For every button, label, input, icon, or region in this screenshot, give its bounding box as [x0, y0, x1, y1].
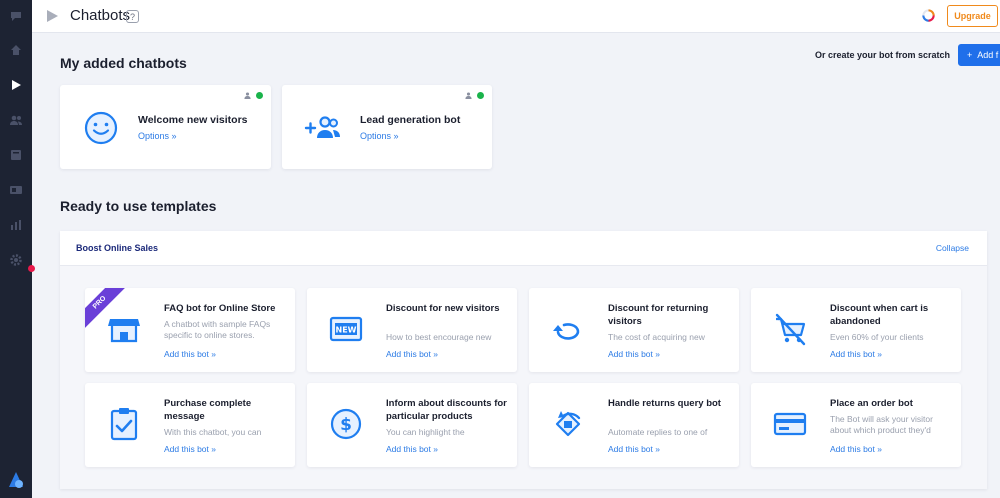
bot-card[interactable]: Lead generation bot Options »	[282, 85, 492, 169]
add-this-bot-link[interactable]: Add this bot »	[386, 349, 438, 359]
chat-icon[interactable]	[7, 7, 25, 25]
bot-status	[244, 92, 263, 99]
template-description: You can highlight the	[386, 427, 465, 437]
progress-ring-icon[interactable]	[921, 8, 936, 23]
template-title: Discount for new visitors	[386, 303, 500, 314]
topbar: Chatbots ? Upgrade	[32, 0, 1000, 33]
new-badge-icon: NEW	[329, 316, 363, 342]
smiley-icon	[84, 111, 118, 145]
template-card[interactable]: Handle returns query bot Automate replie…	[529, 383, 739, 467]
template-description: Automate replies to one of	[608, 427, 708, 437]
add-this-bot-link[interactable]: Add this bot »	[830, 349, 882, 359]
template-title: Purchase complete message	[164, 398, 252, 422]
templates-grid: PRO FAQ bot for Online Store A chatbot w…	[60, 266, 987, 489]
brand-logo-icon[interactable]	[5, 469, 27, 491]
bot-options-link[interactable]: Options »	[138, 131, 177, 141]
store-icon	[108, 319, 140, 343]
add-this-bot-link[interactable]: Add this bot »	[164, 349, 216, 359]
user-icon	[465, 92, 472, 99]
return-box-icon	[555, 411, 581, 437]
template-card[interactable]: $ Inform about discounts for particular …	[307, 383, 517, 467]
add-bot-button[interactable]: + Add f	[958, 44, 1000, 66]
bot-name: Welcome new visitors	[138, 114, 248, 126]
template-title: Place an order bot	[830, 398, 913, 409]
upgrade-button[interactable]: Upgrade	[947, 5, 998, 27]
svg-text:NEW: NEW	[336, 326, 357, 335]
scratch-prompt: Or create your bot from scratch	[815, 50, 951, 60]
collapse-link[interactable]: Collapse	[936, 243, 969, 253]
bot-card[interactable]: Welcome new visitors Options »	[60, 85, 271, 169]
play-icon	[47, 10, 58, 22]
clipboard-check-icon	[110, 408, 138, 441]
add-this-bot-link[interactable]: Add this bot »	[608, 349, 660, 359]
svg-text:$: $	[340, 415, 352, 435]
templates-group-header: Boost Online Sales Collapse	[60, 231, 987, 266]
settings-gear-icon[interactable]	[7, 251, 25, 269]
template-description: How to best encourage new	[386, 332, 492, 342]
return-arrow-icon	[553, 323, 580, 340]
template-description: The cost of acquiring new	[608, 332, 705, 342]
add-this-bot-link[interactable]: Add this bot »	[608, 444, 660, 454]
template-card[interactable]: NEW Discount for new visitors How to bes…	[307, 288, 517, 372]
template-description: A chatbot with sample FAQs specific to o…	[164, 319, 271, 340]
notification-dot	[28, 265, 35, 272]
analytics-icon[interactable]	[7, 216, 25, 234]
sidebar	[0, 0, 35, 498]
add-this-bot-link[interactable]: Add this bot »	[386, 444, 438, 454]
online-status-dot	[256, 92, 263, 99]
bot-status	[465, 92, 484, 99]
template-title: Discount when cart is abandoned	[830, 303, 929, 327]
template-card[interactable]: Discount for returning visitors The cost…	[529, 288, 739, 372]
templates-panel: Boost Online Sales Collapse PRO FAQ bot …	[60, 231, 987, 489]
template-title: Handle returns query bot	[608, 398, 721, 409]
help-icon[interactable]: ?	[126, 10, 139, 23]
online-status-dot	[477, 92, 484, 99]
add-this-bot-link[interactable]: Add this bot »	[164, 444, 216, 454]
template-card[interactable]: Place an order bot The Bot will ask your…	[751, 383, 961, 467]
template-card[interactable]: PRO FAQ bot for Online Store A chatbot w…	[85, 288, 295, 372]
archive-icon[interactable]	[7, 146, 25, 164]
chatbots-play-icon[interactable]	[7, 76, 25, 94]
add-users-icon	[304, 116, 340, 138]
add-this-bot-link[interactable]: Add this bot »	[830, 444, 882, 454]
templates-heading: Ready to use templates	[60, 198, 217, 214]
campaigns-icon[interactable]	[7, 181, 25, 199]
dollar-coin-icon: $	[330, 408, 362, 440]
credit-card-icon	[773, 412, 807, 436]
template-description: Even 60% of your clients	[830, 332, 924, 342]
template-title: FAQ bot for Online Store	[164, 303, 276, 314]
template-card[interactable]: Purchase complete message With this chat…	[85, 383, 295, 467]
bot-options-link[interactable]: Options »	[360, 131, 399, 141]
page-title: Chatbots	[70, 7, 131, 24]
plus-icon: +	[967, 50, 973, 60]
user-icon	[244, 92, 251, 99]
added-chatbots-heading: My added chatbots	[60, 55, 187, 71]
bot-name: Lead generation bot	[360, 114, 461, 126]
add-bot-label: Add f	[977, 50, 999, 60]
template-card[interactable]: Discount when cart is abandoned Even 60%…	[751, 288, 961, 372]
group-title: Boost Online Sales	[76, 243, 159, 253]
template-title: Discount for returning visitors	[608, 303, 709, 327]
contacts-icon[interactable]	[7, 111, 25, 129]
template-title: Inform about discounts for particular pr…	[386, 398, 507, 422]
template-description: With this chatbot, you can	[164, 427, 262, 437]
template-description: The Bot will ask your visitor about whic…	[830, 414, 933, 435]
home-icon[interactable]	[7, 41, 25, 59]
cart-crossed-icon	[775, 313, 806, 346]
